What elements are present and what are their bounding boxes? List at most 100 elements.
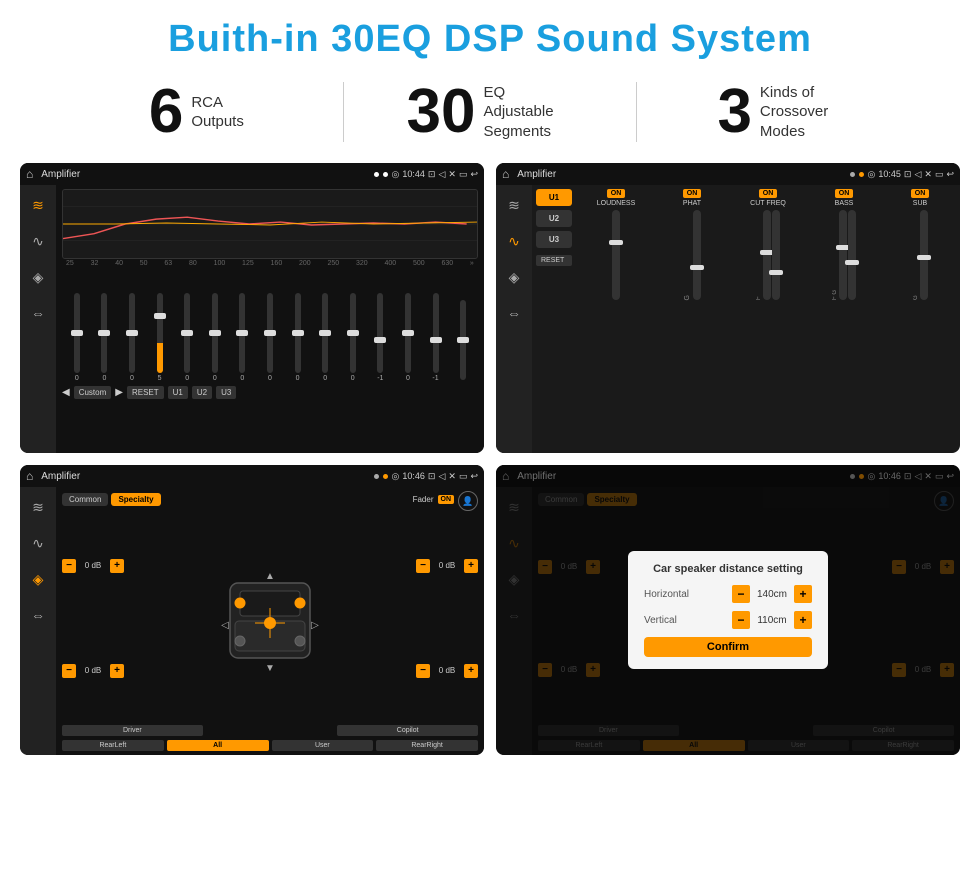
screen2-statusbar: ⌂ Amplifier ◎ 10:45 ⊡ ◁ ✕ ▭ ↩ — [496, 163, 960, 185]
screen-speaker: ⌂ Amplifier ◎ 10:46 ⊡ ◁ ✕ ▭ ↩ ≋ ∿ ◈ ⇔ — [20, 465, 484, 755]
screen3-time: 10:46 — [402, 471, 425, 481]
eq-u3-button[interactable]: U3 — [216, 386, 236, 399]
vol3-plus[interactable]: + — [464, 559, 478, 573]
wave-icon-3[interactable]: ∿ — [26, 531, 50, 555]
horizontal-label: Horizontal — [644, 589, 689, 600]
stat-divider-2 — [636, 82, 637, 142]
back-icon-2: ↩ — [946, 169, 954, 180]
eq-curve-display — [62, 189, 478, 259]
distance-dialog-overlay: Car speaker distance setting Horizontal … — [496, 465, 960, 755]
screen3-status-right: ◎ 10:46 ⊡ ◁ ✕ ▭ ↩ — [392, 471, 478, 482]
speaker-top-row: Common Specialty Fader ON 👤 — [62, 491, 478, 511]
speaker-icon-3[interactable]: ◈ — [26, 567, 50, 591]
speaker-icon[interactable]: ◈ — [26, 265, 50, 289]
screen-distance: ⌂ Amplifier ◎ 10:46 ⊡ ◁ ✕ ▭ ↩ ≋ ∿ ◈ ⇔ — [496, 465, 960, 755]
stat-divider-1 — [343, 82, 344, 142]
vol1-minus[interactable]: − — [62, 559, 76, 573]
eq-u2-button[interactable]: U2 — [192, 386, 212, 399]
horizontal-plus-btn[interactable]: + — [794, 585, 812, 603]
eq-slider-5: 0 — [202, 293, 228, 382]
close-icon-3: ✕ — [448, 471, 456, 482]
eq-next-button[interactable]: ▶ — [115, 387, 123, 398]
eq-icon-3[interactable]: ≋ — [26, 495, 50, 519]
crossover-col-cutfreq: ON CUT FREQ F — [732, 189, 804, 449]
eq-slider-9: 0 — [312, 293, 338, 382]
speaker-main-area: Common Specialty Fader ON 👤 − — [56, 487, 484, 755]
vol2-value: 0 dB — [79, 666, 107, 675]
screenshots-grid: ⌂ Amplifier ◎ 10:44 ⊡ ◁ ✕ ▭ ↩ ≋ ∿ ◈ ⇔ — [0, 157, 980, 765]
fader-on-badge: ON — [438, 495, 455, 504]
confirm-button[interactable]: Confirm — [644, 637, 812, 657]
vertical-control: − 110cm + — [732, 611, 812, 629]
vol3-value: 0 dB — [433, 561, 461, 570]
expand-icon-2[interactable]: ⇔ — [502, 301, 526, 325]
eq-slider-10: 0 — [340, 293, 366, 382]
expand-icon[interactable]: ⇔ — [26, 301, 50, 325]
eq-slider-3: 5 — [147, 293, 173, 382]
vol4-minus[interactable]: − — [416, 664, 430, 678]
vertical-minus-btn[interactable]: − — [732, 611, 750, 629]
eq-custom-button[interactable]: Custom — [74, 386, 112, 399]
horizontal-minus-btn[interactable]: − — [732, 585, 750, 603]
expand-icon-3[interactable]: ⇔ — [26, 603, 50, 627]
vol2-minus[interactable]: − — [62, 664, 76, 678]
vol-row-4: − 0 dB + — [416, 664, 478, 678]
stat-crossover-label: Kinds ofCrossover Modes — [760, 83, 850, 142]
crossover-columns: ON LOUDNESS ON PHAT G — [580, 189, 956, 449]
crossover-col-loudness: ON LOUDNESS — [580, 189, 652, 449]
crossover-u-list: U1 U2 U3 RESET — [536, 189, 572, 449]
eq-prev-button[interactable]: ◀ — [62, 387, 70, 398]
screen1-status-right: ◎ 10:44 ⊡ ◁ ✕ ▭ ↩ — [392, 169, 478, 180]
u2-button[interactable]: U2 — [536, 210, 572, 227]
eq-slider-13: -1 — [423, 293, 449, 382]
wave-icon-2[interactable]: ∿ — [502, 229, 526, 253]
specialty-tab[interactable]: Specialty — [111, 493, 160, 506]
close-icon: ✕ — [448, 169, 456, 180]
eq-u1-button[interactable]: U1 — [168, 386, 188, 399]
eq-slider-1: 0 — [92, 293, 118, 382]
screen1-sidebar: ≋ ∿ ◈ ⇔ — [20, 185, 56, 453]
vertical-row: Vertical − 110cm + — [644, 611, 812, 629]
svg-text:▼: ▼ — [265, 663, 275, 673]
speaker-icon-2[interactable]: ◈ — [502, 265, 526, 289]
driver-btn[interactable]: Driver — [62, 725, 203, 736]
eq-icon[interactable]: ≋ — [26, 193, 50, 217]
all-btn[interactable]: All — [167, 740, 269, 751]
vol2-plus[interactable]: + — [110, 664, 124, 678]
vol-row-2: − 0 dB + — [62, 664, 124, 678]
crossover-reset-button[interactable]: RESET — [536, 255, 572, 266]
speaker-tabs: Common Specialty — [62, 493, 161, 506]
screen1-content: ≋ ∿ ◈ ⇔ 253240506380 — [20, 185, 484, 453]
vertical-plus-btn[interactable]: + — [794, 611, 812, 629]
crossover-col-sub: ON SUB G — [884, 189, 956, 449]
stat-eq-number: 30 — [407, 81, 476, 143]
user-btn[interactable]: User — [272, 740, 374, 751]
rearright-btn[interactable]: RearRight — [376, 740, 478, 751]
close-icon-2: ✕ — [924, 169, 932, 180]
copilot-btn[interactable]: Copilot — [337, 725, 478, 736]
right-vol-controls: − 0 dB + − 0 dB + — [416, 515, 478, 721]
vol4-plus[interactable]: + — [464, 664, 478, 678]
wave-icon[interactable]: ∿ — [26, 229, 50, 253]
horizontal-value: 140cm — [754, 589, 790, 600]
cutfreq-on-badge: ON — [759, 189, 778, 198]
vertical-label: Vertical — [644, 615, 677, 626]
cutfreq-label: CUT FREQ — [750, 200, 786, 207]
eq-slider-0: 0 — [64, 293, 90, 382]
bass-on-badge: ON — [835, 189, 854, 198]
home-icon-2: ⌂ — [502, 167, 509, 181]
vol1-plus[interactable]: + — [110, 559, 124, 573]
cam-icon-2: ⊡ — [904, 169, 912, 180]
vol-icon-2: ◁ — [914, 169, 921, 180]
stat-crossover: 3 Kinds ofCrossover Modes — [647, 81, 920, 143]
eq-reset-button[interactable]: RESET — [127, 386, 164, 399]
svg-text:◁: ◁ — [221, 620, 229, 631]
speaker-diagram-area: − 0 dB + − 0 dB + — [62, 515, 478, 721]
eq-icon-2[interactable]: ≋ — [502, 193, 526, 217]
u3-button[interactable]: U3 — [536, 231, 572, 248]
vol3-minus[interactable]: − — [416, 559, 430, 573]
common-tab[interactable]: Common — [62, 493, 108, 506]
screen2-content: ≋ ∿ ◈ ⇔ U1 U2 U3 RESET ON LOUDNESS — [496, 185, 960, 453]
u1-button[interactable]: U1 — [536, 189, 572, 206]
rearleft-btn[interactable]: RearLeft — [62, 740, 164, 751]
